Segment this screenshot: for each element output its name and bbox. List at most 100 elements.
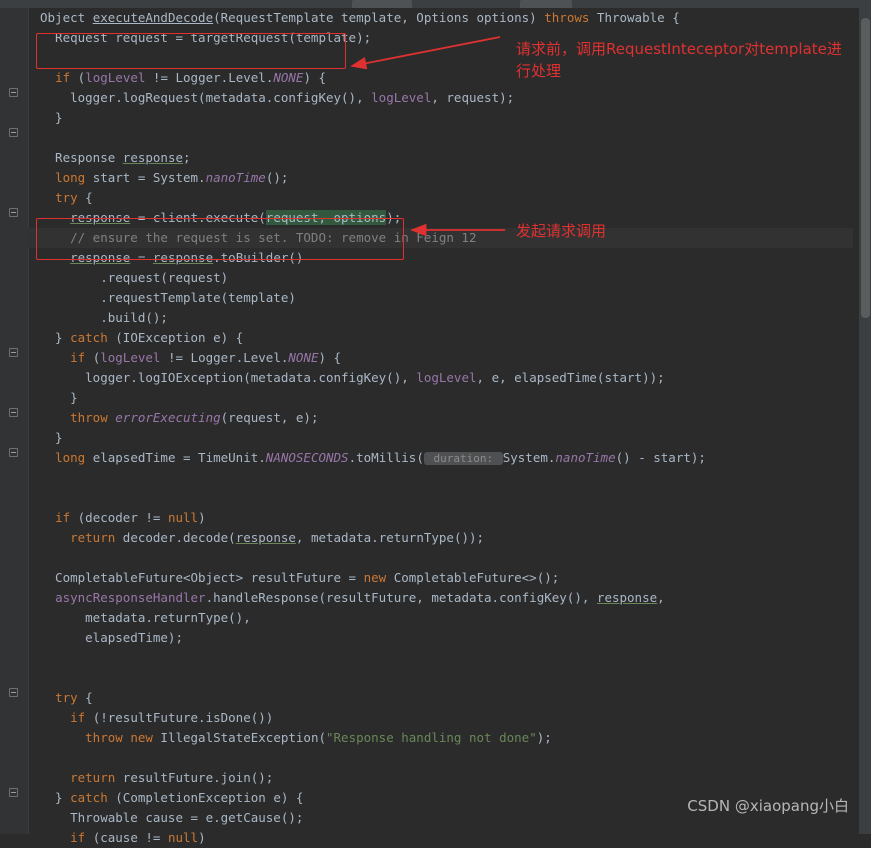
code-line[interactable]: .requestTemplate(template): [40, 288, 859, 308]
code-editor-content[interactable]: Object executeAndDecode(RequestTemplate …: [28, 8, 859, 845]
code-line[interactable]: asyncResponseHandler.handleResponse(resu…: [40, 588, 859, 608]
code-fold-icon[interactable]: [9, 788, 18, 797]
code-token: long: [55, 170, 86, 185]
code-fold-icon[interactable]: [9, 128, 18, 137]
code-line[interactable]: return resultFuture.join();: [40, 768, 859, 788]
code-fold-icon[interactable]: [9, 408, 18, 417]
code-token: {: [77, 190, 93, 205]
code-token: long: [55, 450, 86, 465]
code-line[interactable]: CompletableFuture<Object> resultFuture =…: [40, 568, 859, 588]
code-token: System.: [502, 450, 556, 465]
code-fold-icon[interactable]: [9, 448, 18, 457]
editor-gutter[interactable]: [0, 8, 29, 834]
code-token: start = System.: [85, 170, 206, 185]
code-token: "Response handling not done": [326, 730, 537, 745]
code-token: // ensure the request is set. TODO: remo…: [40, 230, 477, 245]
code-token: .request(request): [40, 270, 229, 285]
code-token: .handleResponse(resultFuture, metadata.c…: [205, 590, 597, 605]
code-line[interactable]: try {: [40, 688, 859, 708]
code-line[interactable]: }: [40, 388, 859, 408]
code-token: (: [85, 350, 101, 365]
code-token: logLevel: [416, 370, 477, 385]
code-token: Throwable cause = e.getCause();: [40, 810, 304, 825]
code-token: new: [363, 570, 387, 585]
scrollbar-thumb[interactable]: [861, 18, 870, 318]
code-line[interactable]: metadata.returnType(),: [40, 608, 859, 628]
code-token: (CompletionException e) {: [107, 790, 304, 805]
code-token: (!resultFuture.isDone()): [85, 710, 274, 725]
code-line[interactable]: throw errorExecuting(request, e);: [40, 408, 859, 428]
code-line[interactable]: if (decoder != null): [40, 508, 859, 528]
code-line[interactable]: Response response;: [40, 148, 859, 168]
code-line[interactable]: [40, 128, 859, 148]
editor-scrollbar[interactable]: [859, 8, 871, 834]
code-token: throw: [85, 730, 123, 745]
code-token: duration:: [423, 452, 503, 465]
code-line[interactable]: return decoder.decode(response, metadata…: [40, 528, 859, 548]
code-line[interactable]: .request(request): [40, 268, 859, 288]
code-line[interactable]: }: [40, 428, 859, 448]
code-token: request, options: [265, 210, 387, 225]
code-line[interactable]: [40, 748, 859, 768]
code-line[interactable]: logger.logIOException(metadata.configKey…: [40, 368, 859, 388]
editor-tab-stub-1[interactable]: [352, 0, 412, 8]
code-token: return: [70, 770, 116, 785]
code-line[interactable]: [40, 668, 859, 688]
code-fold-icon[interactable]: [9, 688, 18, 697]
ide-editor-window: Object executeAndDecode(RequestTemplate …: [0, 0, 871, 845]
code-token: try: [55, 690, 78, 705]
code-token: ;: [183, 150, 191, 165]
code-token: if: [55, 510, 71, 525]
code-token: response: [122, 150, 184, 165]
code-line[interactable]: if (cause != null): [40, 828, 859, 848]
code-line[interactable]: } catch (IOException e) {: [40, 328, 859, 348]
code-token: decoder.decode(: [115, 530, 236, 545]
code-token: response: [70, 210, 131, 225]
code-line[interactable]: long start = System.nanoTime();: [40, 168, 859, 188]
code-token: catch: [70, 330, 108, 345]
code-fold-icon[interactable]: [9, 88, 18, 97]
code-line[interactable]: if (logLevel != Logger.Level.NONE) {: [40, 348, 859, 368]
code-line[interactable]: try {: [40, 188, 859, 208]
code-line[interactable]: [40, 648, 859, 668]
code-token: response: [596, 590, 658, 605]
code-line[interactable]: .build();: [40, 308, 859, 328]
code-token: (request, e);: [220, 410, 319, 425]
code-token: Throwable {: [589, 10, 680, 25]
code-line[interactable]: throw new IllegalStateException("Respons…: [40, 728, 859, 748]
code-token: response: [70, 250, 131, 265]
code-token: }: [40, 790, 71, 805]
code-line[interactable]: }: [40, 108, 859, 128]
code-token: if: [70, 350, 86, 365]
code-token: , e, elapsedTime(start));: [476, 370, 665, 385]
code-token: new: [130, 730, 153, 745]
code-token: Request request = targetRequest(template…: [40, 30, 372, 45]
code-line[interactable]: [40, 468, 859, 488]
code-token: ();: [265, 170, 289, 185]
code-line[interactable]: logger.logRequest(metadata.configKey(), …: [40, 88, 859, 108]
code-line[interactable]: if (!resultFuture.isDone()): [40, 708, 859, 728]
code-token: executeAndDecode: [92, 10, 214, 25]
code-line[interactable]: Object executeAndDecode(RequestTemplate …: [40, 8, 859, 28]
code-line[interactable]: response = response.toBuilder(): [40, 248, 859, 268]
code-token: ) {: [303, 70, 327, 85]
code-token: );: [386, 210, 402, 225]
code-token: try: [55, 190, 78, 205]
editor-tab-stub-2[interactable]: [520, 0, 572, 8]
code-line[interactable]: long elapsedTime = TimeUnit.NANOSECONDS.…: [40, 448, 859, 468]
code-token: logger.logIOException(metadata.configKey…: [40, 370, 417, 385]
code-fold-icon[interactable]: [9, 348, 18, 357]
code-token: }: [40, 390, 78, 405]
code-token: CompletableFuture<Object> resultFuture =: [40, 570, 364, 585]
code-line[interactable]: [40, 548, 859, 568]
code-token: ,: [657, 590, 665, 605]
code-fold-icon[interactable]: [9, 208, 18, 217]
code-line[interactable]: elapsedTime);: [40, 628, 859, 648]
code-token: =: [130, 250, 153, 265]
code-line[interactable]: [40, 488, 859, 508]
